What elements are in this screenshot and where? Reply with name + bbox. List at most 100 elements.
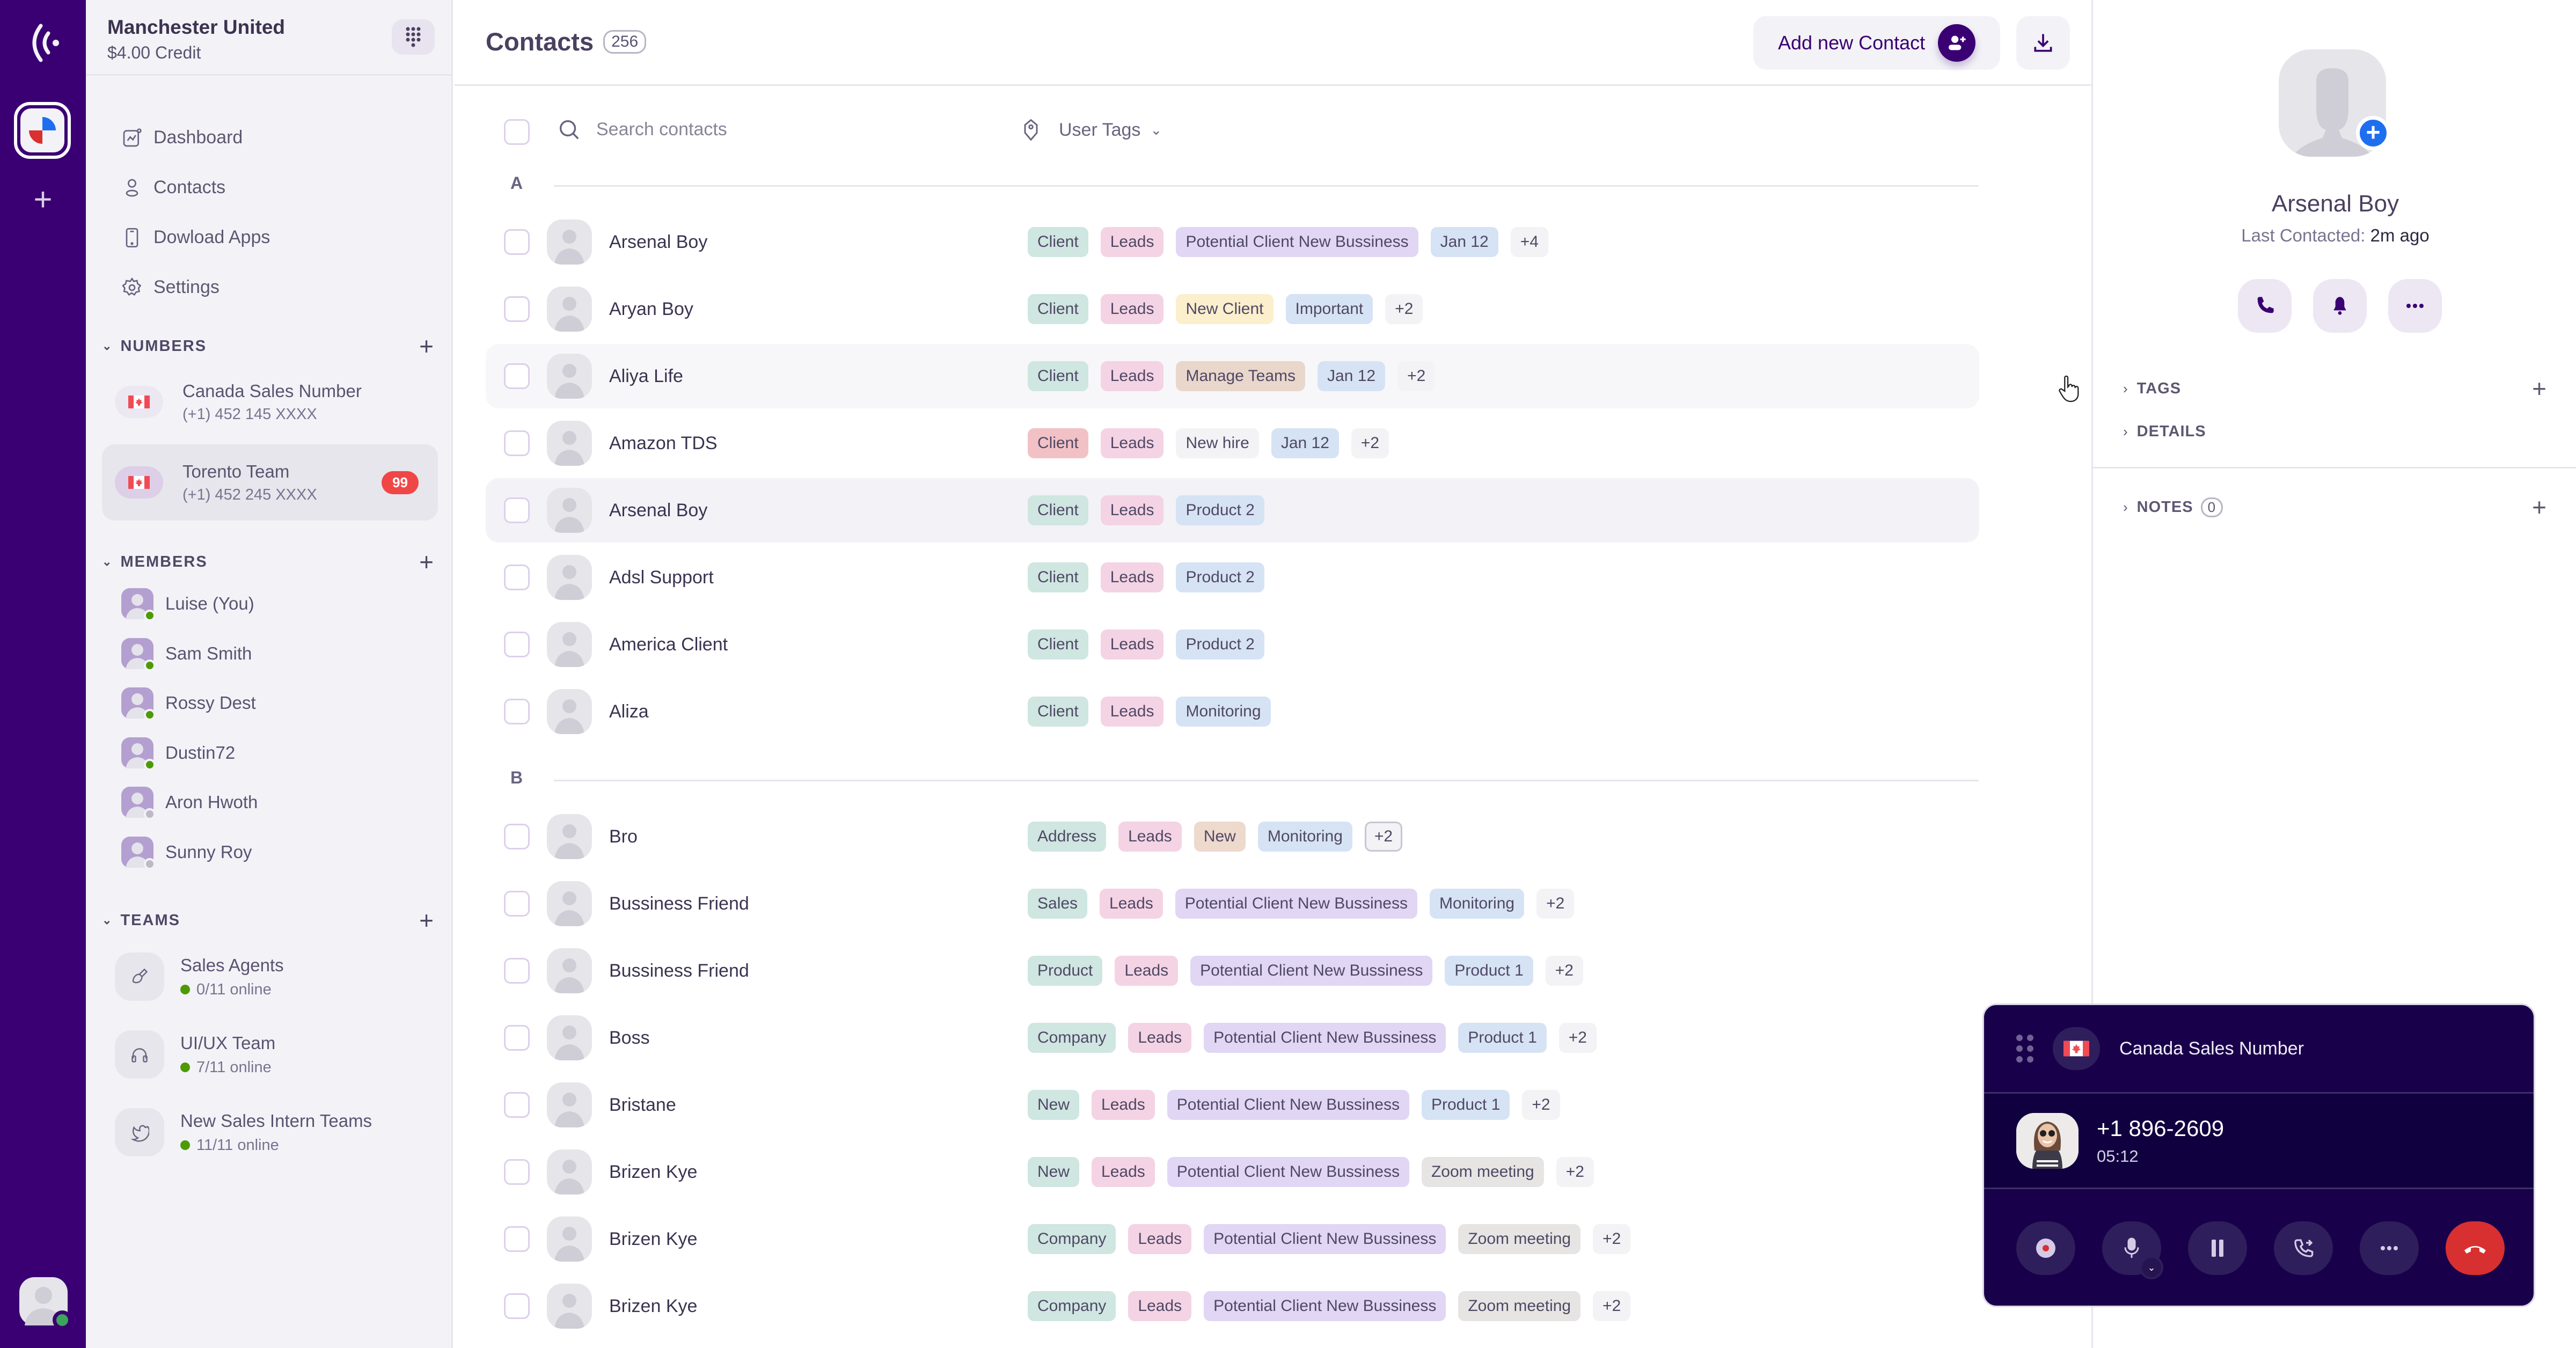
numbers-section-header[interactable]: ⌄ NUMBERS + (102, 332, 435, 361)
contact-row[interactable]: Aliya Life Client Leads Manage Teams Jan 12 +… (486, 344, 1979, 408)
more-tags-chip[interactable]: +2 (1397, 361, 1436, 391)
audio-options-toggle[interactable]: ⌄ (2140, 1256, 2163, 1279)
tag-chip[interactable]: Zoom meeting (1421, 1157, 1544, 1187)
row-checkbox[interactable] (504, 891, 530, 917)
contact-row[interactable]: Bristane New Leads Potential Client New Bus… (486, 1073, 1979, 1137)
sidebar-item-download-apps[interactable]: Dowload Apps (121, 213, 270, 262)
details-section[interactable]: › DETAILS (2123, 423, 2547, 441)
contact-row[interactable]: Adsl Support Client Leads Product 2 (486, 545, 1979, 610)
tag-chip[interactable]: Company (1028, 1224, 1116, 1254)
end-call-button[interactable] (2446, 1221, 2505, 1275)
number-item-canada-sales[interactable]: Canada Sales Number (+1) 452 145 XXXX (102, 364, 438, 440)
hold-button[interactable] (2188, 1221, 2247, 1275)
more-tags-chip[interactable]: +2 (1364, 822, 1403, 852)
tag-chip[interactable]: Product 1 (1445, 956, 1533, 986)
tag-chip[interactable]: Potential Client New Bussiness (1167, 1157, 1409, 1187)
contact-row[interactable]: Aryan Boy Client Leads New Client Important +… (486, 277, 1979, 341)
more-tags-chip[interactable]: +2 (1593, 1291, 1631, 1321)
row-checkbox[interactable] (504, 497, 530, 523)
app-logo-icon[interactable] (25, 21, 62, 64)
add-workspace-button[interactable]: + (30, 184, 56, 216)
tag-chip[interactable]: Client (1028, 697, 1088, 727)
members-section-header[interactable]: ⌄ MEMBERS + (102, 547, 435, 576)
row-checkbox[interactable] (504, 229, 530, 255)
row-checkbox[interactable] (504, 363, 530, 389)
tag-chip[interactable]: Leads (1100, 889, 1163, 919)
tag-chip[interactable]: Jan 12 (1318, 361, 1386, 391)
tag-chip[interactable]: Leads (1128, 1291, 1192, 1321)
add-number-button[interactable]: + (419, 332, 435, 361)
contact-row[interactable]: Brizen Kye Company Leads Potential Client N… (486, 1207, 1979, 1271)
row-checkbox[interactable] (504, 1092, 530, 1118)
tag-chip[interactable]: Sales (1028, 889, 1088, 919)
tag-chip[interactable]: New (1028, 1090, 1080, 1120)
sidebar-item-contacts[interactable]: Contacts (121, 163, 270, 213)
tag-chip[interactable]: Leads (1100, 629, 1164, 660)
number-item-torento-team[interactable]: Torento Team (+1) 452 245 XXXX 99 (102, 444, 438, 521)
tag-chip[interactable]: Leads (1118, 822, 1182, 852)
contact-row[interactable]: Arsenal Boy Client Leads Product 2 (486, 478, 1979, 543)
more-tags-chip[interactable]: +2 (1558, 1023, 1597, 1053)
more-tags-chip[interactable]: +2 (1536, 889, 1575, 919)
row-checkbox[interactable] (504, 699, 530, 724)
contact-row[interactable]: Bussiness Friend Product Leads Potential Cl… (486, 939, 1979, 1003)
notes-section[interactable]: › NOTES 0 + (2123, 493, 2547, 522)
tag-chip[interactable]: Client (1028, 361, 1088, 391)
tag-chip[interactable]: Leads (1100, 562, 1164, 592)
tag-chip[interactable]: Leads (1128, 1224, 1192, 1254)
tag-chip[interactable]: Leads (1100, 428, 1164, 458)
tag-chip[interactable]: Company (1028, 1291, 1116, 1321)
user-tags-dropdown[interactable]: User Tags ⌄ (1019, 118, 1162, 142)
tag-chip[interactable]: Potential Client New Bussiness (1175, 889, 1417, 919)
tag-chip[interactable]: Leads (1128, 1023, 1192, 1053)
tag-chip[interactable]: Product 2 (1176, 562, 1264, 592)
tag-chip[interactable]: Manage Teams (1176, 361, 1306, 391)
row-checkbox[interactable] (504, 824, 530, 849)
tag-chip[interactable]: Potential Client New Bussiness (1167, 1090, 1409, 1120)
contact-row[interactable]: America Client Client Leads Product 2 (486, 612, 1979, 677)
tag-chip[interactable]: Client (1028, 495, 1088, 525)
sidebar-item-dashboard[interactable]: Dashboard (121, 113, 270, 163)
contact-row[interactable]: Bussiness Friend Sales Leads Potential Clie… (486, 871, 1979, 936)
contact-row[interactable]: Boss Company Leads Potential Client New Bus… (486, 1006, 1979, 1070)
tags-section[interactable]: › TAGS + (2123, 374, 2547, 403)
current-user-avatar[interactable] (19, 1277, 72, 1330)
tag-chip[interactable]: Leads (1115, 956, 1179, 986)
contact-row[interactable]: Bro Address Leads New Monitoring +2 (486, 804, 1979, 869)
member-item[interactable]: Rossy Dest (121, 687, 256, 721)
tag-chip[interactable]: Client (1028, 227, 1088, 257)
row-checkbox[interactable] (504, 1159, 530, 1185)
add-photo-button[interactable]: + (2356, 116, 2390, 150)
row-checkbox[interactable] (504, 430, 530, 456)
contact-row[interactable]: Brizen Kye New Leads Potential Client New B… (486, 1140, 1979, 1204)
tag-chip[interactable]: Leads (1100, 361, 1164, 391)
dialpad-button[interactable] (392, 19, 435, 55)
tag-chip[interactable]: Leads (1100, 294, 1164, 324)
tag-chip[interactable]: Jan 12 (1430, 227, 1498, 257)
tag-chip[interactable]: Product 2 (1176, 495, 1264, 525)
contact-row[interactable]: Amazon TDS Client Leads New hire Jan 12 +2 (486, 411, 1979, 475)
tag-chip[interactable]: Potential Client New Bussiness (1190, 956, 1433, 986)
tag-chip[interactable]: Company (1028, 1023, 1116, 1053)
download-button[interactable] (2016, 16, 2070, 70)
tag-chip[interactable]: Client (1028, 294, 1088, 324)
more-tags-chip[interactable]: +2 (1351, 428, 1389, 458)
team-item-new-sales-intern[interactable]: New Sales Intern Teams 11/11 online (115, 1108, 372, 1156)
record-button[interactable] (2016, 1221, 2075, 1275)
tag-chip[interactable]: Jan 12 (1271, 428, 1339, 458)
tag-chip[interactable]: Client (1028, 428, 1088, 458)
row-checkbox[interactable] (504, 1293, 530, 1319)
tag-chip[interactable]: Product 1 (1458, 1023, 1547, 1053)
team-item-uiux[interactable]: UI/UX Team 7/11 online (115, 1030, 275, 1079)
add-note-button[interactable]: + (2532, 493, 2547, 522)
tag-chip[interactable]: Client (1028, 562, 1088, 592)
tag-chip[interactable]: Client (1028, 629, 1088, 660)
team-item-sales-agents[interactable]: Sales Agents 0/11 online (115, 953, 284, 1001)
tag-chip[interactable]: Monitoring (1176, 697, 1271, 727)
add-new-contact-button[interactable]: Add new Contact (1753, 16, 2000, 70)
member-item[interactable]: Dustin72 (121, 737, 235, 771)
tag-chip[interactable]: New (1194, 822, 1246, 852)
drag-handle[interactable] (2016, 1035, 2033, 1063)
add-member-button[interactable]: + (419, 547, 435, 576)
row-checkbox[interactable] (504, 1025, 530, 1051)
